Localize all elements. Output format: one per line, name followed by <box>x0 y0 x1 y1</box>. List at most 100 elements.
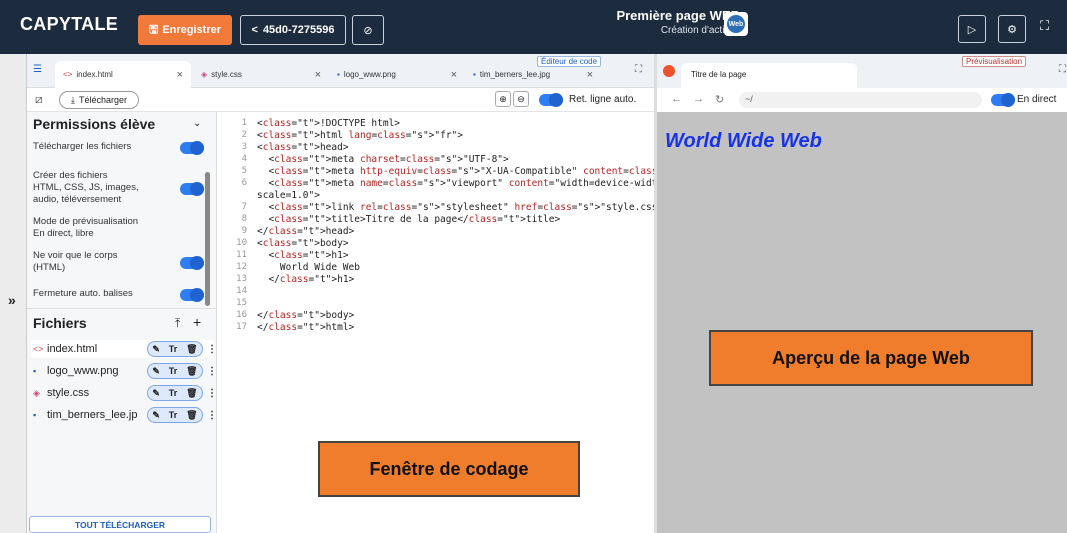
fullscreen-icon[interactable]: ⛶ <box>1040 18 1049 34</box>
file-item-tim[interactable]: ▪ tim_berners_lee.jp ✎ Tr 🗑 ⋮ <box>31 406 217 424</box>
code-line[interactable]: scale=1.0"> <box>257 190 320 201</box>
expand-panel-icon[interactable]: ⛶ <box>1059 64 1066 75</box>
file-name: style.css <box>47 387 90 399</box>
permission-preview-mode[interactable]: Mode de prévisualisation En direct, libr… <box>33 216 208 240</box>
file-actions: ✎ Tr 🗑 <box>147 407 203 423</box>
live-label: En direct <box>1017 94 1057 105</box>
code-line[interactable]: <class="t">!DOCTYPE html> <box>257 118 400 129</box>
zoom-out-icon[interactable]: ⊖ <box>513 91 529 107</box>
callout-preview: Aperçu de la page Web <box>709 330 1033 386</box>
editor-panel-label: Éditeur de code <box>537 56 602 67</box>
expand-arrow-icon[interactable]: » <box>8 292 16 308</box>
permission-toggle[interactable] <box>180 182 204 196</box>
sidebar-scrollbar[interactable] <box>205 172 210 306</box>
close-icon[interactable]: × <box>177 69 183 81</box>
close-icon[interactable]: × <box>315 69 321 81</box>
image-file-icon: ▪ <box>33 366 37 376</box>
download-button[interactable]: ⤓ Télécharger <box>59 91 139 109</box>
edit-icon[interactable]: ✎ <box>152 410 160 421</box>
code-line[interactable]: <class="t">body> <box>257 238 349 249</box>
code-line[interactable]: </class="t">h1> <box>257 274 354 285</box>
tab-label: index.html <box>76 70 113 79</box>
file-item-logo[interactable]: ▪ logo_www.png ✎ Tr 🗑 ⋮ <box>31 362 217 380</box>
preview-tab[interactable]: Titre de la page <box>681 63 857 88</box>
permission-toggle[interactable] <box>180 256 204 270</box>
code-line[interactable]: <class="t">h1> <box>257 250 348 261</box>
run-button[interactable]: ▷ <box>958 15 986 43</box>
share-code: 45d0-7275596 <box>262 24 335 36</box>
file-actions: ✎ Tr 🗑 <box>147 341 203 357</box>
image-file-icon: ▪ <box>337 70 340 79</box>
rename-icon[interactable]: Tr <box>169 366 178 376</box>
code-line[interactable]: </class="t">head> <box>257 226 354 237</box>
download-all-button[interactable]: TOUT TÉLÉCHARGER <box>29 516 211 533</box>
wrap-toggle[interactable] <box>539 93 563 107</box>
edit-icon[interactable]: ✎ <box>152 366 160 377</box>
no-sidebar-icon[interactable]: ⧄ <box>35 92 43 107</box>
live-toggle[interactable] <box>991 93 1015 107</box>
file-item-index[interactable]: <> index.html ✎ Tr 🗑 ⋮ <box>31 340 217 358</box>
forward-icon[interactable]: → <box>693 93 704 105</box>
zoom-in-icon[interactable]: ⊕ <box>495 91 511 107</box>
more-icon[interactable]: ⋮ <box>207 344 217 355</box>
more-icon[interactable]: ⋮ <box>207 410 217 421</box>
tab-label: logo_www.png <box>343 70 396 79</box>
expand-panel-icon[interactable]: ⛶ <box>635 64 642 75</box>
preview-heading: World Wide Web <box>665 130 822 152</box>
save-icon: 🖫 <box>148 23 159 36</box>
upload-icon[interactable]: ⤒ <box>175 316 180 331</box>
menu-icon[interactable]: ☰ <box>33 64 42 75</box>
share-code-button[interactable]: < 45d0-7275596 <box>240 15 346 45</box>
tab-style-css[interactable]: ◈ style.css × <box>193 61 329 88</box>
code-line[interactable]: <class="t">meta name=class="s">"viewport… <box>257 178 720 189</box>
share-icon: < <box>251 24 258 36</box>
delete-icon[interactable]: 🗑 <box>186 344 197 355</box>
code-line[interactable]: World Wide Web <box>257 262 360 273</box>
html-file-icon: <> <box>33 344 44 354</box>
delete-icon[interactable]: 🗑 <box>186 410 197 421</box>
close-icon[interactable]: × <box>587 69 593 81</box>
line-number: 5 <box>241 166 247 176</box>
code-line[interactable]: </class="t">body> <box>257 310 354 321</box>
rename-icon[interactable]: Tr <box>169 388 178 398</box>
rename-icon[interactable]: Tr <box>169 344 178 354</box>
close-icon[interactable]: × <box>451 69 457 81</box>
delete-icon[interactable]: 🗑 <box>186 366 197 377</box>
back-icon[interactable]: ← <box>671 93 682 105</box>
permissions-title[interactable]: Permissions élève <box>33 116 155 132</box>
line-number: 7 <box>241 202 247 212</box>
url-field[interactable]: ~/ <box>739 92 982 108</box>
app-logo[interactable]: CAPYTALE <box>20 14 118 35</box>
chevron-down-icon[interactable]: ⌄ <box>193 118 201 129</box>
add-file-icon[interactable]: + <box>193 314 201 330</box>
line-number: 6 <box>241 178 247 188</box>
code-line[interactable]: <class="t">link rel=class="s">"styleshee… <box>257 202 668 213</box>
files-title: Fichiers <box>33 315 87 331</box>
permission-toggle[interactable] <box>180 141 204 155</box>
preview-panel-label: Prévisualisation <box>962 56 1027 67</box>
delete-icon[interactable]: 🗑 <box>186 388 197 399</box>
code-line[interactable]: <class="t">title>Titre de la page</class… <box>257 214 560 225</box>
reload-icon[interactable]: ↻ <box>715 93 724 106</box>
file-item-style[interactable]: ◈ style.css ✎ Tr 🗑 ⋮ <box>31 384 217 402</box>
more-icon[interactable]: ⋮ <box>207 366 217 377</box>
file-actions: ✎ Tr 🗑 <box>147 363 203 379</box>
settings-button[interactable]: ⚙ <box>998 15 1026 43</box>
code-line[interactable]: <class="t">html lang=class="s">"fr"> <box>257 130 463 141</box>
file-actions: ✎ Tr 🗑 <box>147 385 203 401</box>
css-file-icon: ◈ <box>201 70 208 79</box>
tab-label: style.css <box>211 70 242 79</box>
permission-toggle[interactable] <box>180 288 204 302</box>
edit-icon[interactable]: ✎ <box>152 344 160 355</box>
file-name: tim_berners_lee.jp <box>47 409 138 421</box>
visibility-button[interactable]: ⊘ <box>352 15 384 45</box>
save-button[interactable]: 🖫 Enregistrer <box>138 15 232 45</box>
code-line[interactable]: <class="t">head> <box>257 142 349 153</box>
tab-index-html[interactable]: <> index.html × <box>55 61 191 88</box>
edit-icon[interactable]: ✎ <box>152 388 160 399</box>
code-line[interactable]: </class="t">html> <box>257 322 354 333</box>
rename-icon[interactable]: Tr <box>169 410 178 420</box>
more-icon[interactable]: ⋮ <box>207 388 217 399</box>
tab-logo-png[interactable]: ▪ logo_www.png × <box>329 61 465 88</box>
code-line[interactable]: <class="t">meta charset=class="s">"UTF-8… <box>257 154 508 165</box>
